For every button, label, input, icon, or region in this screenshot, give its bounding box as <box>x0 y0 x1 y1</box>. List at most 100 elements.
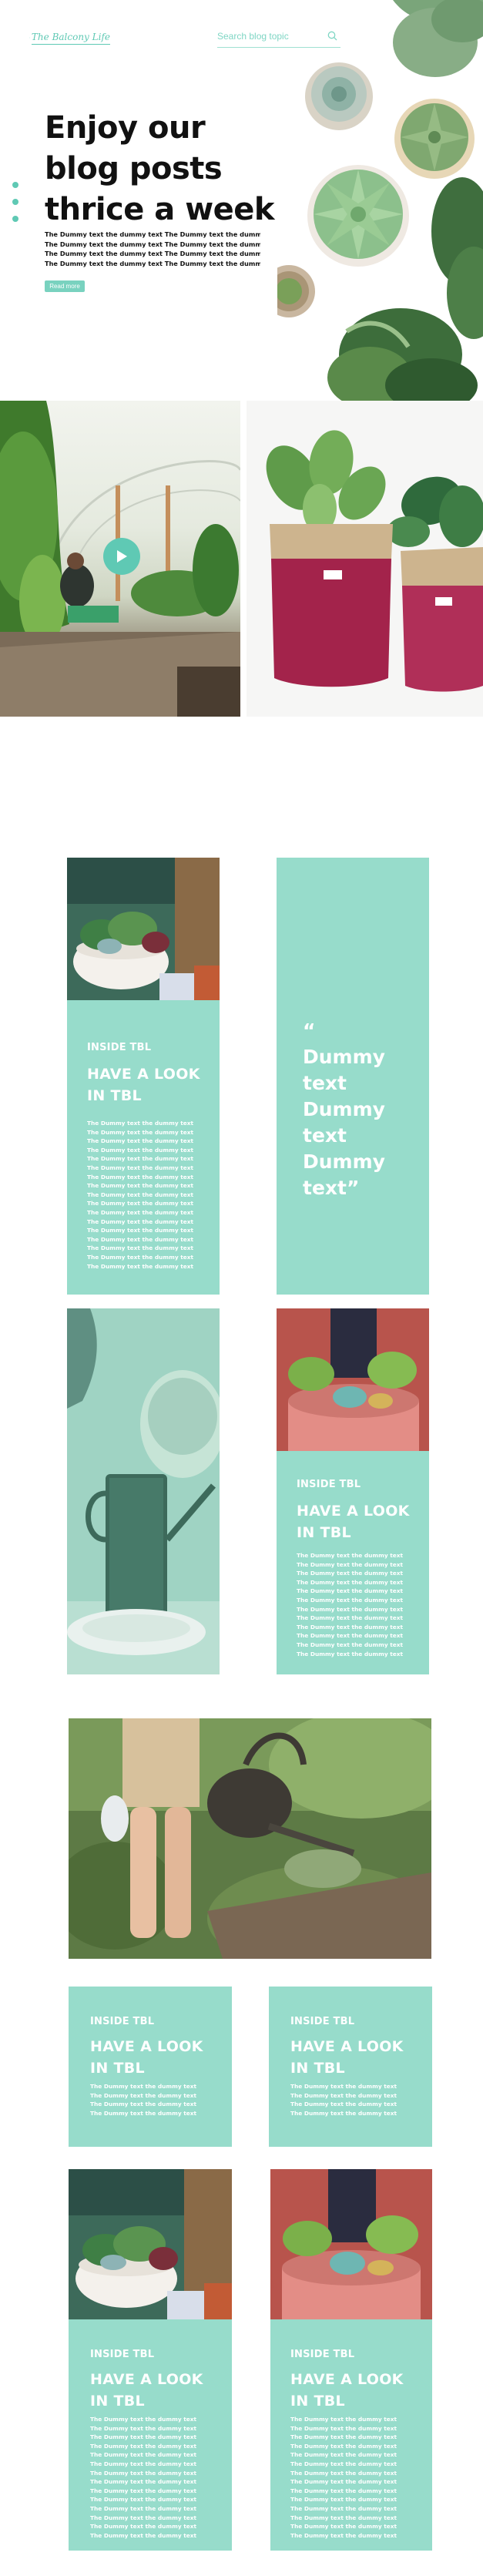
card-excerpt-line: The Dummy text the dummy text <box>290 2091 397 2099</box>
card-excerpt-line: The Dummy text the dummy text <box>297 1587 404 1595</box>
card-excerpt-line: The Dummy text the dummy text <box>297 1641 404 1648</box>
card-heading-line: HAVE A LOOK <box>290 2371 404 2388</box>
search-button[interactable] <box>324 28 340 45</box>
card-excerpt-line: The Dummy text the dummy text <box>90 2460 197 2467</box>
card-excerpt-line: The Dummy text the dummy text <box>87 1155 194 1163</box>
card-excerpt-line: The Dummy text the dummy text <box>90 2083 197 2090</box>
card-category: INSIDE TBL <box>90 2349 155 2360</box>
card-excerpt-line: The Dummy text the dummy text <box>290 2496 397 2504</box>
card-excerpt-line: The Dummy text the dummy text <box>290 2531 397 2539</box>
watering-can-illustration <box>67 1308 220 1674</box>
site-logo[interactable]: The Balcony Life <box>29 22 110 54</box>
blog-card-3[interactable]: INSIDE TBL HAVE A LOOK IN TBL The Dummy … <box>69 1987 232 2147</box>
card-excerpt: The Dummy text the dummy text The Dummy … <box>297 1551 403 1658</box>
quote-line: text <box>303 1072 347 1094</box>
card-category: INSIDE TBL <box>290 2016 355 2027</box>
blog-card-6[interactable]: INSIDE TBL HAVE A LOOK IN TBL The Dummy … <box>270 2319 432 2551</box>
card-heading-line: IN TBL <box>87 1087 142 1104</box>
hero-plants-image <box>277 0 483 401</box>
card-excerpt-line: The Dummy text the dummy text <box>90 2091 197 2099</box>
blog-card-2[interactable]: INSIDE TBL HAVE A LOOK IN TBL The Dummy … <box>277 1451 429 1674</box>
quote-line: text” <box>303 1177 360 1199</box>
card-heading-line: IN TBL <box>90 2060 145 2077</box>
card-excerpt-line: The Dummy text the dummy text <box>90 2451 197 2459</box>
card-excerpt-line: The Dummy text the dummy text <box>87 1200 194 1207</box>
card-excerpt-line: The Dummy text the dummy text <box>87 1137 194 1145</box>
card-excerpt-line: The Dummy text the dummy text <box>290 2460 397 2467</box>
card-heading: HAVE A LOOK IN TBL <box>290 2036 404 2079</box>
card-category: INSIDE TBL <box>90 2016 155 2027</box>
card-excerpt-line: The Dummy text the dummy text <box>90 2416 197 2423</box>
card-heading: HAVE A LOOK IN TBL <box>87 1063 200 1107</box>
quote-line: Dummy <box>303 1046 385 1068</box>
card-heading: HAVE A LOOK IN TBL <box>90 2369 203 2412</box>
card-heading-line: HAVE A LOOK <box>90 2038 203 2055</box>
card-excerpt-line: The Dummy text the dummy text <box>87 1146 194 1154</box>
card-excerpt-line: The Dummy text the dummy text <box>297 1596 404 1604</box>
card-excerpt-line: The Dummy text the dummy text <box>90 2433 197 2441</box>
blog-card-1[interactable]: INSIDE TBL HAVE A LOOK IN TBL The Dummy … <box>67 1000 220 1295</box>
card-excerpt: The Dummy text the dummy text The Dummy … <box>90 2082 196 2118</box>
watering-can-image[interactable] <box>67 1308 220 1674</box>
card-excerpt-line: The Dummy text the dummy text <box>90 2442 197 2450</box>
card-heading-line: HAVE A LOOK <box>90 2371 203 2388</box>
card-excerpt-line: The Dummy text the dummy text <box>90 2487 197 2494</box>
quote-line: “ <box>303 1019 316 1042</box>
play-button[interactable] <box>103 538 140 575</box>
hero-description-line: The Dummy text the dummy text The Dummy … <box>45 240 260 248</box>
card-excerpt-line: The Dummy text the dummy text <box>90 2469 197 2477</box>
card-heading-line: IN TBL <box>290 2393 345 2410</box>
slider-dot-2[interactable] <box>12 199 18 205</box>
card-5-image <box>69 2169 232 2319</box>
card-excerpt-line: The Dummy text the dummy text <box>290 2101 397 2108</box>
card-excerpt-line: The Dummy text the dummy text <box>87 1217 194 1225</box>
card-category: INSIDE TBL <box>290 2349 355 2360</box>
logo-text: The Balcony Life <box>31 32 110 45</box>
card-excerpt-line: The Dummy text the dummy text <box>90 2531 197 2539</box>
plant-bags-image <box>247 401 483 717</box>
card-excerpt-line: The Dummy text the dummy text <box>87 1227 194 1234</box>
hero-description-line: The Dummy text the dummy text The Dummy … <box>45 230 260 238</box>
card-excerpt-line: The Dummy text the dummy text <box>290 2478 397 2486</box>
hero-slider-dots <box>12 182 20 228</box>
hero-title: Enjoy our blog posts thrice a week <box>45 108 291 230</box>
card-category: INSIDE TBL <box>297 1479 361 1490</box>
hero-description: The Dummy text the dummy text The Dummy … <box>45 230 260 268</box>
card-excerpt: The Dummy text the dummy text The Dummy … <box>90 2415 196 2540</box>
blog-card-5[interactable]: INSIDE TBL HAVE A LOOK IN TBL The Dummy … <box>69 2319 232 2551</box>
hero-section: The Balcony Life Enjoy our blog posts th… <box>0 0 483 401</box>
search-input[interactable] <box>217 30 316 42</box>
card-excerpt-line: The Dummy text the dummy text <box>290 2523 397 2531</box>
card-excerpt: The Dummy text the dummy text The Dummy … <box>290 2082 397 2118</box>
slider-dot-3[interactable] <box>12 216 18 222</box>
garden-watering-image[interactable] <box>69 1718 431 1959</box>
card-heading-line: HAVE A LOOK <box>87 1066 200 1083</box>
greenhouse-video-thumbnail[interactable] <box>0 401 240 717</box>
hero-description-line: The Dummy text the dummy text The Dummy … <box>45 259 260 267</box>
card-excerpt-line: The Dummy text the dummy text <box>297 1570 404 1577</box>
blog-card-4[interactable]: INSIDE TBL HAVE A LOOK IN TBL The Dummy … <box>269 1987 432 2147</box>
read-more-button[interactable]: Read more <box>45 280 85 292</box>
card-excerpt-line: The Dummy text the dummy text <box>297 1560 404 1568</box>
quote-line: Dummy <box>303 1150 385 1173</box>
teacup-succulent-image <box>69 2169 232 2319</box>
card-excerpt-line: The Dummy text the dummy text <box>297 1578 404 1586</box>
card-heading-line: IN TBL <box>90 2393 145 2410</box>
card-excerpt-line: The Dummy text the dummy text <box>90 2101 197 2108</box>
card-excerpt-line: The Dummy text the dummy text <box>87 1235 194 1243</box>
card-excerpt-line: The Dummy text the dummy text <box>297 1552 404 1559</box>
card-heading: HAVE A LOOK IN TBL <box>90 2036 203 2079</box>
slider-dot-1[interactable] <box>12 182 18 188</box>
quote-line: Dummy <box>303 1098 385 1120</box>
card-heading-line: HAVE A LOOK <box>290 2038 404 2055</box>
card-excerpt-line: The Dummy text the dummy text <box>290 2469 397 2477</box>
quote-line: text <box>303 1124 347 1147</box>
card-heading-line: IN TBL <box>297 1524 351 1541</box>
card-excerpt-line: The Dummy text the dummy text <box>297 1632 404 1640</box>
card-excerpt-line: The Dummy text the dummy text <box>87 1182 194 1190</box>
card-1-image <box>67 858 220 1000</box>
card-excerpt-line: The Dummy text the dummy text <box>90 2424 197 2432</box>
card-excerpt-line: The Dummy text the dummy text <box>290 2416 397 2423</box>
card-2-image <box>277 1308 429 1451</box>
card-excerpt-line: The Dummy text the dummy text <box>290 2083 397 2090</box>
